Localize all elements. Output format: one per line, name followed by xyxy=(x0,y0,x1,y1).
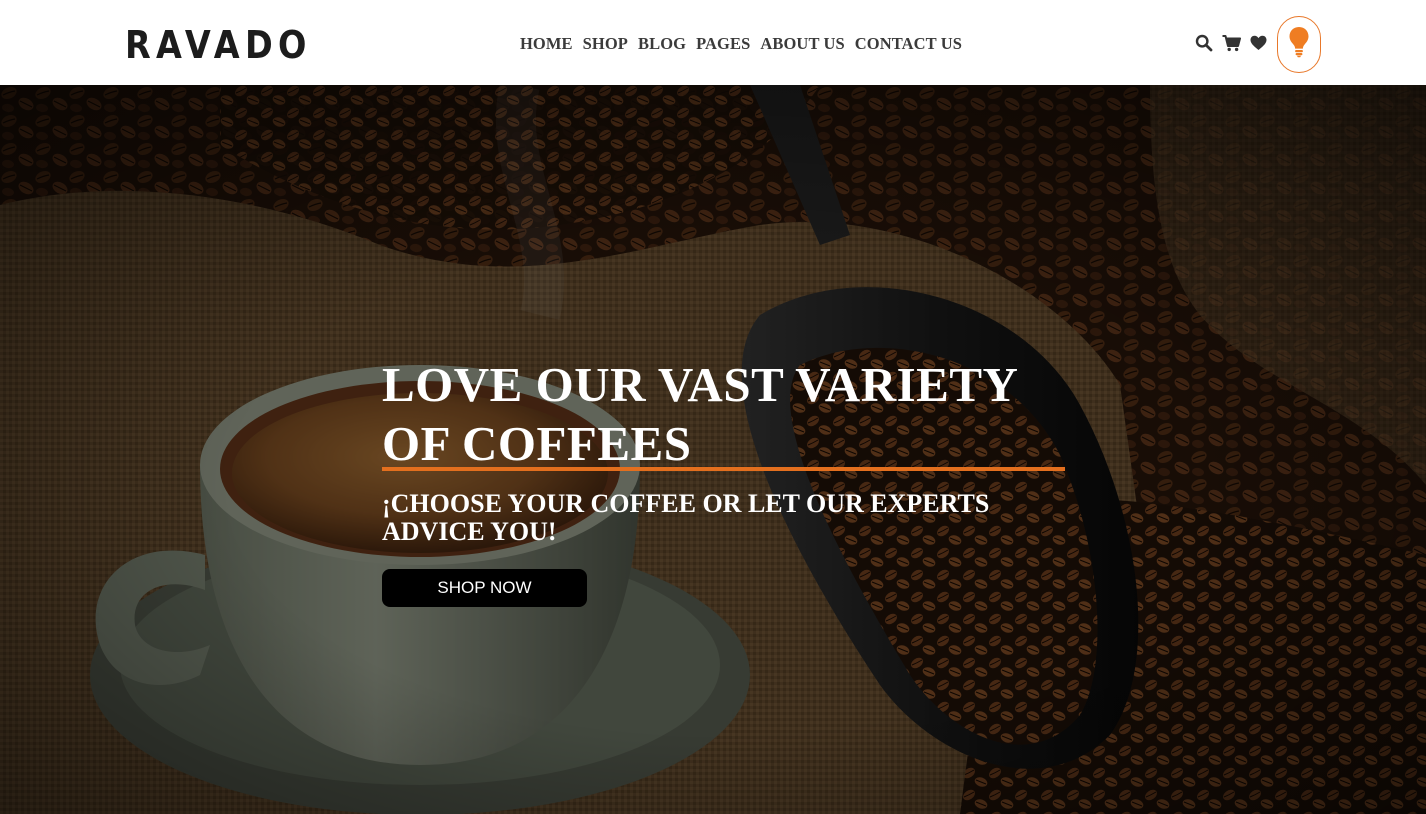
brand-logo[interactable]: RAVADO xyxy=(125,24,312,66)
nav-item-blog[interactable]: BLOG xyxy=(638,34,686,54)
site-header: RAVADO HOME SHOP BLOG PAGES ABOUT US CON… xyxy=(0,0,1426,85)
nav-item-contact-us[interactable]: CONTACT US xyxy=(855,34,962,54)
nav-item-home[interactable]: HOME xyxy=(520,34,573,54)
main-nav: HOME SHOP BLOG PAGES ABOUT US CONTACT US xyxy=(520,34,972,54)
heart-icon[interactable] xyxy=(1250,35,1267,56)
nav-item-shop[interactable]: SHOP xyxy=(583,34,628,54)
hero-banner: LOVE OUR VAST VARIETY OF COFFEES ¡CHOOSE… xyxy=(0,85,1426,814)
search-icon[interactable] xyxy=(1195,34,1213,57)
lightbulb-icon xyxy=(1288,26,1310,63)
nav-item-about-us[interactable]: ABOUT US xyxy=(760,34,844,54)
hero-subtitle: ¡CHOOSE YOUR COFFEE OR LET OUR EXPERTS A… xyxy=(382,489,990,546)
hero-title: LOVE OUR VAST VARIETY OF COFFEES xyxy=(382,357,1017,471)
hero-title-underline xyxy=(382,467,1065,471)
shop-now-button[interactable]: SHOP NOW xyxy=(382,569,587,607)
cart-icon[interactable] xyxy=(1222,34,1241,57)
header-icons xyxy=(1195,34,1276,57)
lightbulb-button[interactable] xyxy=(1277,16,1321,73)
nav-item-pages[interactable]: PAGES xyxy=(696,34,750,54)
